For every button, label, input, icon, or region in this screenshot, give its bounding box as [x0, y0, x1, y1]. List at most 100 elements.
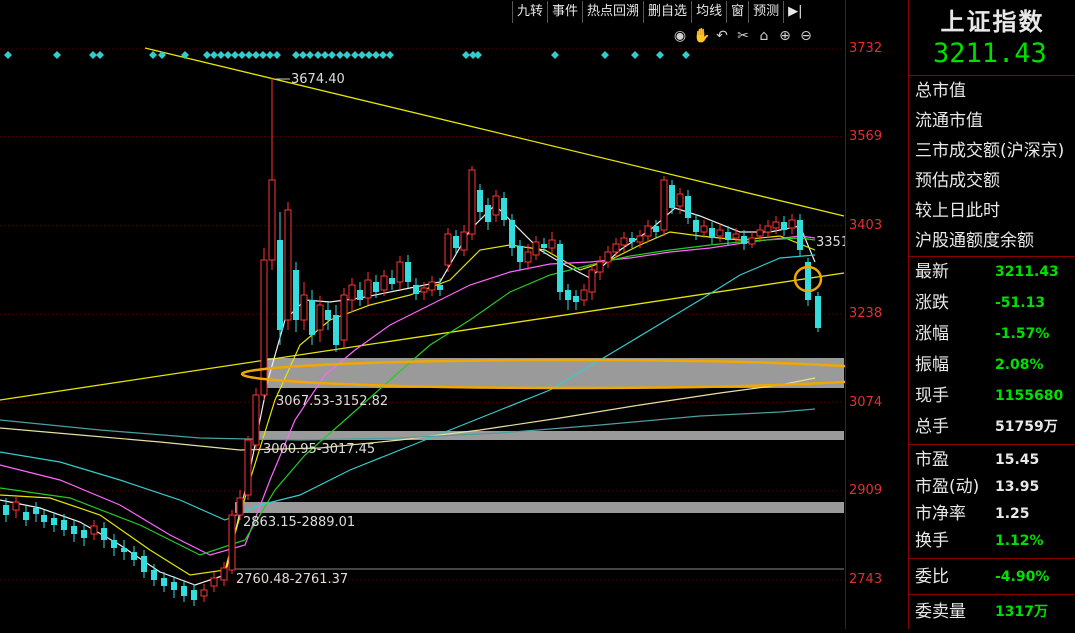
- candle-body: [420, 287, 428, 293]
- axis-tick: 3074: [849, 395, 883, 410]
- candle-body: [90, 525, 98, 535]
- signal-diamond: [551, 51, 559, 59]
- candle-body: [453, 236, 459, 248]
- candle-body: [364, 279, 372, 299]
- lock-icon[interactable]: ⌂: [756, 27, 772, 45]
- candlestick-series: [3, 78, 821, 606]
- candle-body: [781, 222, 787, 230]
- candle-body: [121, 548, 127, 552]
- events-button[interactable]: 事件: [547, 1, 582, 23]
- window-button[interactable]: 窗: [726, 1, 748, 23]
- candle-body: [293, 270, 299, 320]
- ratio-pb: 市净率 1.25: [915, 504, 1030, 524]
- zoom-out-icon[interactable]: ⊖: [798, 27, 814, 45]
- signal-diamond: [336, 51, 344, 59]
- sell-volume: 委卖量 1317万: [915, 602, 1048, 622]
- candle-body: [700, 225, 708, 233]
- forecast-button[interactable]: 预测: [748, 1, 783, 23]
- candle-body: [460, 231, 468, 251]
- jiuzhuan-button[interactable]: 九转: [512, 1, 547, 23]
- candle-body: [732, 233, 740, 239]
- right-price-label: 3351: [816, 235, 845, 250]
- ratio-pe-dynamic: 市盈(动) 13.95: [915, 477, 1040, 497]
- signal-diamond: [631, 51, 639, 59]
- candle-body: [357, 290, 363, 300]
- candle-body: [413, 285, 419, 294]
- price-axis: 3732 3569 3403 3238 3074 2909 2743: [845, 0, 908, 629]
- zoom-in-icon[interactable]: ⊕: [777, 27, 793, 45]
- candle-body: [260, 259, 268, 396]
- undo-icon[interactable]: ↶: [714, 27, 730, 45]
- candle-body: [741, 236, 747, 244]
- candle-body: [612, 243, 620, 253]
- collapse-right-icon[interactable]: ▶|: [783, 1, 806, 23]
- candle-body: [492, 195, 500, 216]
- hot-review-button[interactable]: 热点回溯: [582, 1, 643, 23]
- remove-watchlist-button[interactable]: 删自选: [643, 1, 691, 23]
- candle-body: [477, 190, 483, 212]
- high-label: 3674.40: [291, 72, 345, 87]
- candle-body: [41, 515, 47, 522]
- candle-body: [333, 315, 339, 345]
- candle-body: [772, 221, 780, 229]
- signal-diamond: [343, 51, 351, 59]
- candle-body: [61, 520, 67, 530]
- signal-diamond: [379, 51, 387, 59]
- candle-body: [725, 232, 731, 240]
- candle-body: [653, 226, 659, 232]
- quote-change: 涨跌 -51.13: [915, 293, 1046, 313]
- index-price: 3211.43: [933, 38, 1047, 69]
- signal-diamond: [328, 51, 336, 59]
- eye-icon[interactable]: ◉: [672, 27, 688, 45]
- candle-body: [389, 278, 395, 284]
- candle-body: [485, 205, 491, 222]
- candle-body: [596, 261, 604, 273]
- moving-average-button[interactable]: 均线: [691, 1, 726, 23]
- signal-diamond: [682, 51, 690, 59]
- signal-diamond: [96, 51, 104, 59]
- scissors-icon[interactable]: ✂: [735, 27, 751, 45]
- gap-label-2: 3000.95-3017.45: [263, 442, 375, 457]
- signal-diamond: [252, 51, 260, 59]
- candle-body: [660, 179, 668, 231]
- field-float-market-value: 流通市值: [915, 111, 983, 131]
- axis-tick: 3732: [849, 41, 883, 56]
- divider: [909, 558, 1075, 559]
- chart-toolbar: 九转 事件 热点回溯 删自选 均线 窗 预测 ▶|: [512, 1, 807, 23]
- signal-diamond: [210, 51, 218, 59]
- field-vs-yesterday: 较上日此时: [915, 201, 1000, 221]
- signal-diamond: [273, 51, 281, 59]
- kline-chart[interactable]: 3674.40 3351 3067.53-3152.82 3000.95-301…: [0, 0, 904, 629]
- signal-diamond: [149, 51, 157, 59]
- candle-body: [532, 241, 540, 256]
- candle-body: [693, 220, 699, 232]
- candle-body: [588, 269, 596, 293]
- kline-canvas[interactable]: 3674.40 3351 3067.53-3152.82 3000.95-301…: [0, 0, 904, 629]
- candle-body: [277, 240, 283, 330]
- signal-diamond: [266, 51, 274, 59]
- candle-body: [348, 284, 356, 301]
- quote-change-pct: 涨幅 -1.57%: [915, 324, 1050, 344]
- quote-panel: 上证指数 3211.43 总市值 流通市值 三市成交额(沪深京) 预估成交额 较…: [908, 0, 1075, 629]
- candle-body: [604, 251, 612, 263]
- quote-total-volume: 总手 51759万: [915, 417, 1058, 437]
- candle-body: [228, 514, 236, 571]
- candle-body: [573, 296, 579, 302]
- axis-tick: 3403: [849, 218, 883, 233]
- signal-diamond: [314, 51, 322, 59]
- candle-body: [636, 235, 644, 243]
- hand-icon[interactable]: ✋: [693, 27, 710, 45]
- candle-body: [444, 233, 452, 266]
- signal-diamond: [238, 51, 246, 59]
- signal-diamond: [358, 51, 366, 59]
- signal-diamond: [203, 51, 211, 59]
- candle-body: [629, 238, 635, 242]
- candle-body: [437, 285, 443, 290]
- candle-body: [236, 497, 244, 516]
- ratio-pe: 市盈 15.45: [915, 450, 1040, 470]
- candle-body: [669, 185, 675, 208]
- candle-body: [756, 229, 764, 237]
- field-estimated-turnover: 预估成交额: [915, 171, 1000, 191]
- order-ratio: 委比 -4.90%: [915, 567, 1050, 587]
- candle-body: [316, 304, 324, 331]
